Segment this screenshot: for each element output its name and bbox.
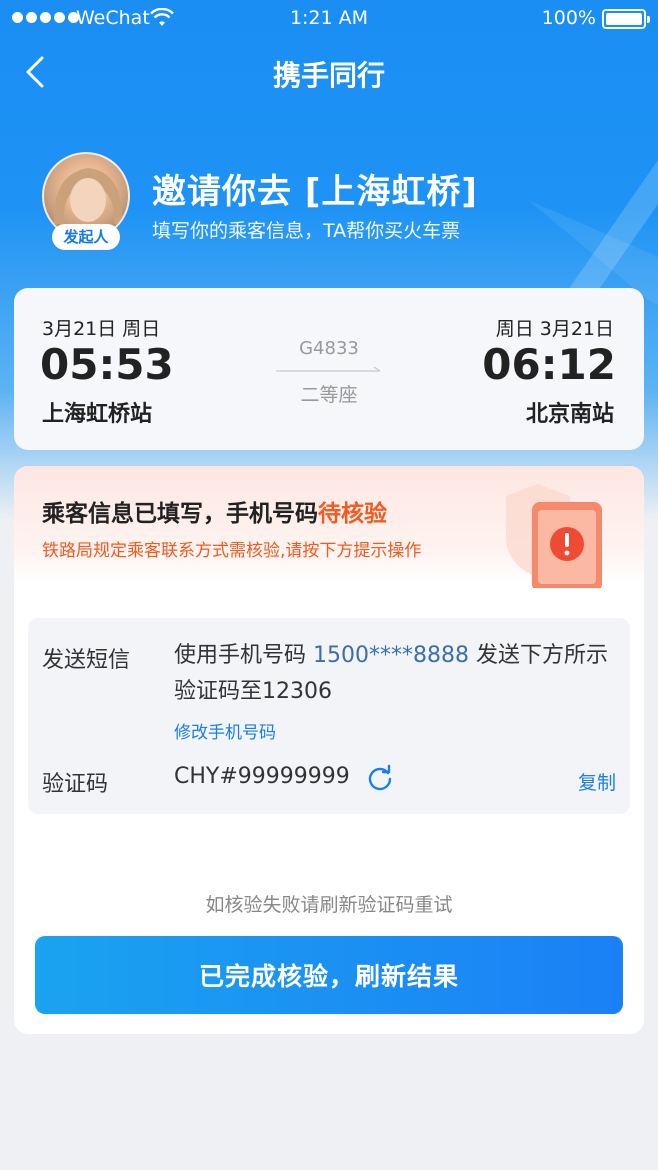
alert-title-text: 乘客信息已填写，手机号码 [42, 501, 318, 527]
battery-icon [602, 9, 650, 29]
copy-button[interactable]: 复制 [578, 768, 616, 795]
verification-panel: 乘客信息已填写，手机号码待核验 铁路局规定乘客联系方式需核验,请按下方提示操作 … [14, 466, 644, 1034]
verification-code: CHY#99999999 [174, 764, 350, 789]
train-info-card: 3月21日 周日 05:53 上海虹桥站 G4833 二等座 周日 3月21日 … [14, 288, 644, 450]
retry-hint: 如核验失败请刷新验证码重试 [205, 894, 453, 916]
sms-label: 发送短信 [42, 648, 131, 673]
code-label: 验证码 [42, 772, 109, 797]
phone-number: 1500****8888 [313, 643, 469, 668]
arrival-date: 周日 3月21日 [495, 318, 614, 340]
status-bar: WeChat 1:21 AM 100% [0, 0, 658, 38]
initiator-badge: 发起人 [52, 224, 120, 250]
battery-percent: 100% [541, 7, 596, 29]
modify-phone-link[interactable]: 修改手机号码 [174, 718, 276, 743]
departure-date: 3月21日 周日 [42, 318, 161, 340]
refresh-icon[interactable] [366, 764, 394, 792]
sms-instruction-box: 发送短信 使用手机号码 1500****8888 发送下方所示验证码至12306… [28, 618, 630, 814]
arrival-station: 北京南站 [525, 402, 614, 427]
page-title: 携手同行 [272, 59, 385, 92]
invite-title: 邀请你去 [上海虹桥] [152, 172, 478, 212]
sms-text-before: 使用手机号码 [174, 643, 313, 668]
initiator-avatar-block: 发起人 [42, 152, 132, 250]
alert-subtitle: 铁路局规定乘客联系方式需核验,请按下方提示操作 [42, 541, 422, 561]
sms-instruction: 使用手机号码 1500****8888 发送下方所示验证码至12306 [174, 638, 614, 710]
arrow-right-icon [276, 366, 381, 372]
alert-title: 乘客信息已填写，手机号码待核验 [42, 494, 387, 528]
alert-banner: 乘客信息已填写，手机号码待核验 铁路局规定乘客联系方式需核验,请按下方提示操作 [14, 466, 644, 588]
alert-title-highlight: 待核验 [318, 501, 387, 527]
invite-subtitle: 填写你的乘客信息，TA帮你买火车票 [152, 220, 461, 242]
arrival-time: 06:12 [482, 340, 616, 389]
refresh-result-button[interactable]: 已完成核验，刷新结果 [35, 936, 623, 1014]
phone-warning-icon [506, 484, 602, 588]
